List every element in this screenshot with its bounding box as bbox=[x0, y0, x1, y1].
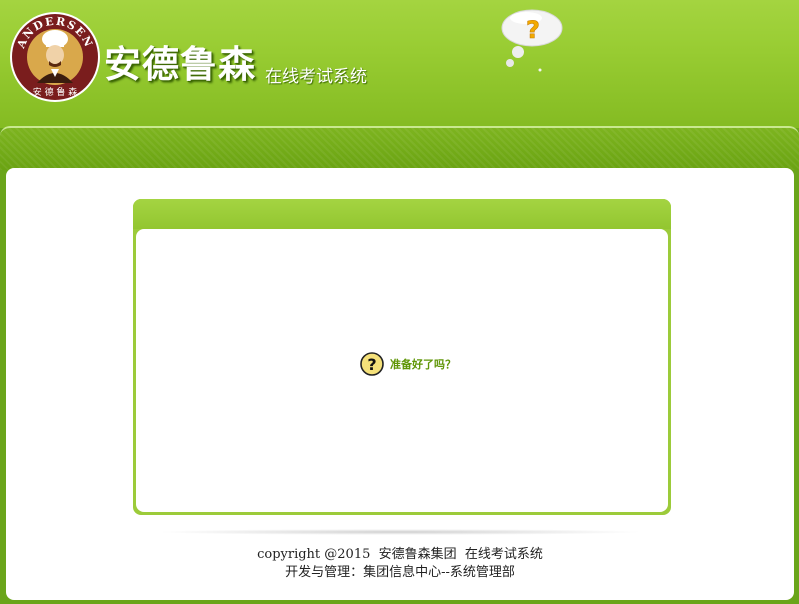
ready-dialog: ? 准备好了吗？ bbox=[133, 199, 671, 515]
footer-copyright: copyright @2015 安德鲁森集团 在线考试系统 bbox=[257, 547, 543, 562]
dialog-body: ? 准备好了吗？ bbox=[136, 229, 668, 512]
app-subtitle: 在线考试系统 bbox=[265, 67, 367, 87]
footer-developer: 开发与管理：集团信息中心--系统管理部 bbox=[285, 565, 515, 580]
question-icon: ? bbox=[360, 352, 384, 376]
svg-text:?: ? bbox=[526, 16, 540, 44]
logo-text-bottom: 安 德 鲁 森 bbox=[33, 86, 78, 98]
main-panel: ? 准备好了吗？ copyright @2015 安德鲁森集团 在线考试系统 开… bbox=[6, 168, 794, 600]
ready-prompt[interactable]: ? 准备好了吗？ bbox=[360, 351, 456, 377]
header: ANDERSEN 安 德 鲁 森 安德鲁森 在线考试系统 ? bbox=[0, 0, 799, 128]
ready-prompt-text[interactable]: 准备好了吗？ bbox=[390, 356, 456, 372]
footer: copyright @2015 安德鲁森集团 在线考试系统 开发与管理：集团信息… bbox=[6, 546, 794, 582]
footer-divider bbox=[156, 529, 644, 535]
question-bubble-icon: ? bbox=[501, 9, 563, 72]
andersen-logo: ANDERSEN 安 德 鲁 森 bbox=[10, 12, 100, 102]
header-band bbox=[0, 126, 799, 170]
app-title: 安德鲁森 bbox=[104, 43, 256, 86]
dialog-header bbox=[133, 199, 671, 229]
svg-text:?: ? bbox=[367, 355, 376, 374]
